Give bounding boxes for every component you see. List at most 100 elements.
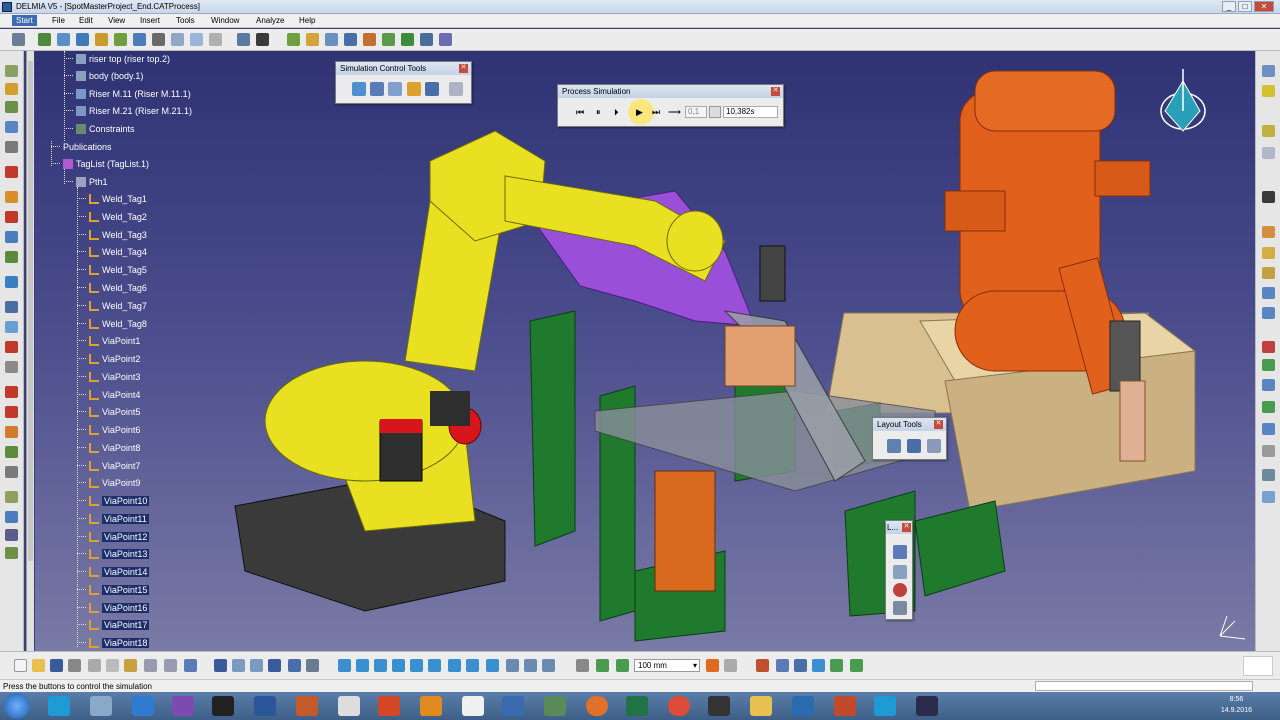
system-clock[interactable]: 8:56 14.9.2016	[1221, 694, 1252, 716]
tool-icon[interactable]	[1262, 341, 1275, 353]
tool-icon[interactable]	[1262, 65, 1275, 77]
device-icon[interactable]	[114, 33, 127, 46]
pause-icon[interactable]: ⏸	[596, 107, 601, 118]
close-button[interactable]: ✕	[1254, 1, 1274, 12]
close-icon[interactable]: ✕	[459, 64, 468, 73]
tag-icon[interactable]	[95, 33, 108, 46]
loop-mode-icon[interactable]: ⟶	[668, 107, 681, 118]
normal-view-icon[interactable]	[448, 659, 461, 672]
tree-node-riser-m21[interactable]: Riser M.21 (Riser M.21.1)	[64, 103, 192, 118]
tool-icon[interactable]	[1262, 401, 1275, 413]
zoom-out-icon[interactable]	[428, 659, 441, 672]
tool-icon[interactable]	[893, 565, 907, 579]
tree-node-viapoint[interactable]: ViaPoint7	[77, 458, 140, 473]
save-icon[interactable]	[50, 659, 63, 672]
sim-tool-icon[interactable]	[425, 82, 439, 96]
tree-node-body[interactable]: body (body.1)	[64, 68, 143, 83]
menu-file[interactable]: File	[52, 16, 65, 25]
app-icon[interactable]	[708, 696, 730, 716]
close-icon[interactable]: ✕	[934, 420, 943, 429]
maximize-button[interactable]: □	[1238, 1, 1252, 12]
jump-to-end-icon[interactable]: ⏭	[652, 107, 660, 118]
distance-icon[interactable]	[344, 33, 357, 46]
step-forward-icon[interactable]: ⏵	[614, 107, 619, 118]
tool-icon[interactable]	[616, 659, 629, 672]
stepper-icon[interactable]	[709, 106, 721, 118]
tree-node-viapoint[interactable]: ViaPoint12	[77, 529, 150, 544]
grid-icon[interactable]	[439, 33, 452, 46]
shading-icon[interactable]	[506, 659, 519, 672]
compass-widget[interactable]	[1160, 69, 1206, 132]
layout-tool-icon[interactable]	[887, 439, 901, 453]
frame-icon[interactable]	[152, 33, 165, 46]
tool-icon[interactable]	[724, 659, 737, 672]
tool-icon[interactable]	[5, 491, 18, 503]
tool-icon[interactable]	[5, 83, 18, 95]
pan-icon[interactable]	[374, 659, 387, 672]
tool-icon[interactable]	[1262, 445, 1275, 457]
tool-icon[interactable]	[756, 659, 769, 672]
menu-analyze[interactable]: Analyze	[256, 16, 284, 25]
tool-icon[interactable]	[5, 231, 18, 243]
tool-icon[interactable]	[288, 659, 301, 672]
rotate-icon[interactable]	[392, 659, 405, 672]
tree-node-weld-tag[interactable]: Weld_Tag4	[77, 244, 147, 259]
robot-icon[interactable]	[133, 33, 146, 46]
tool-icon[interactable]	[1262, 491, 1275, 503]
menu-start[interactable]: Start	[12, 15, 37, 26]
panel-header[interactable]: Layout Tools ✕	[873, 418, 946, 431]
tree-node-constraints[interactable]: Constraints	[64, 121, 135, 136]
tool-icon[interactable]	[5, 361, 18, 373]
measure-icon[interactable]	[306, 33, 319, 46]
tool-icon[interactable]	[5, 446, 18, 458]
paste-icon[interactable]	[124, 659, 137, 672]
tool-icon[interactable]	[5, 511, 18, 523]
unit-dropdown[interactable]: 100 mm ▾	[634, 659, 700, 672]
tool-icon[interactable]	[893, 583, 907, 597]
tool-icon[interactable]	[812, 659, 825, 672]
tool-icon[interactable]	[1262, 359, 1275, 371]
tool-icon[interactable]	[1262, 191, 1275, 203]
tree-node-viapoint[interactable]: ViaPoint13	[77, 546, 150, 561]
tool-icon[interactable]	[5, 386, 18, 398]
tool-icon[interactable]	[5, 426, 18, 438]
app-icon[interactable]	[544, 696, 566, 716]
sim-tool-icon[interactable]	[407, 82, 421, 96]
tree-node-publications[interactable]: Publications	[51, 139, 112, 154]
validate-icon[interactable]	[401, 33, 414, 46]
tree-node-viapoint[interactable]: ViaPoint9	[77, 475, 140, 490]
menu-window[interactable]: Window	[211, 16, 239, 25]
tool-icon[interactable]	[5, 251, 18, 263]
app-icon[interactable]	[338, 696, 360, 716]
sim-tool-icon[interactable]	[388, 82, 402, 96]
tool-icon[interactable]	[5, 65, 18, 77]
tool-icon[interactable]	[1262, 247, 1275, 259]
viber-icon[interactable]	[172, 696, 194, 716]
tool-icon[interactable]	[893, 545, 907, 559]
tree-node-viapoint[interactable]: ViaPoint6	[77, 422, 140, 437]
menu-insert[interactable]: Insert	[140, 16, 160, 25]
tree-node-pth1[interactable]: Pth1	[64, 174, 108, 189]
snap-icon[interactable]	[171, 33, 184, 46]
tree-node-weld-tag[interactable]: Weld_Tag5	[77, 262, 147, 277]
teach-icon[interactable]	[237, 33, 250, 46]
tool-icon[interactable]	[1262, 423, 1275, 435]
tool-icon[interactable]	[5, 211, 18, 223]
tool-icon[interactable]	[830, 659, 843, 672]
tool-icon[interactable]	[1262, 267, 1275, 279]
tree-node-weld-tag[interactable]: Weld_Tag7	[77, 298, 147, 313]
tree-node-weld-tag[interactable]: Weld_Tag8	[77, 316, 147, 331]
play-icon[interactable]: ▶	[636, 107, 643, 118]
skype-icon[interactable]	[48, 696, 70, 716]
tool-icon[interactable]	[5, 466, 18, 478]
tool-icon[interactable]	[250, 659, 263, 672]
menu-help[interactable]: Help	[299, 16, 315, 25]
sim-tool-icon[interactable]	[449, 82, 463, 96]
step-size-field[interactable]: 0,1	[685, 106, 707, 118]
zoom-in-icon[interactable]	[410, 659, 423, 672]
tree-node-viapoint[interactable]: ViaPoint3	[77, 369, 140, 384]
app-icon[interactable]	[792, 696, 814, 716]
assign-icon[interactable]	[76, 33, 89, 46]
compass-icon[interactable]	[190, 33, 203, 46]
tree-node-viapoint[interactable]: ViaPoint14	[77, 564, 150, 579]
